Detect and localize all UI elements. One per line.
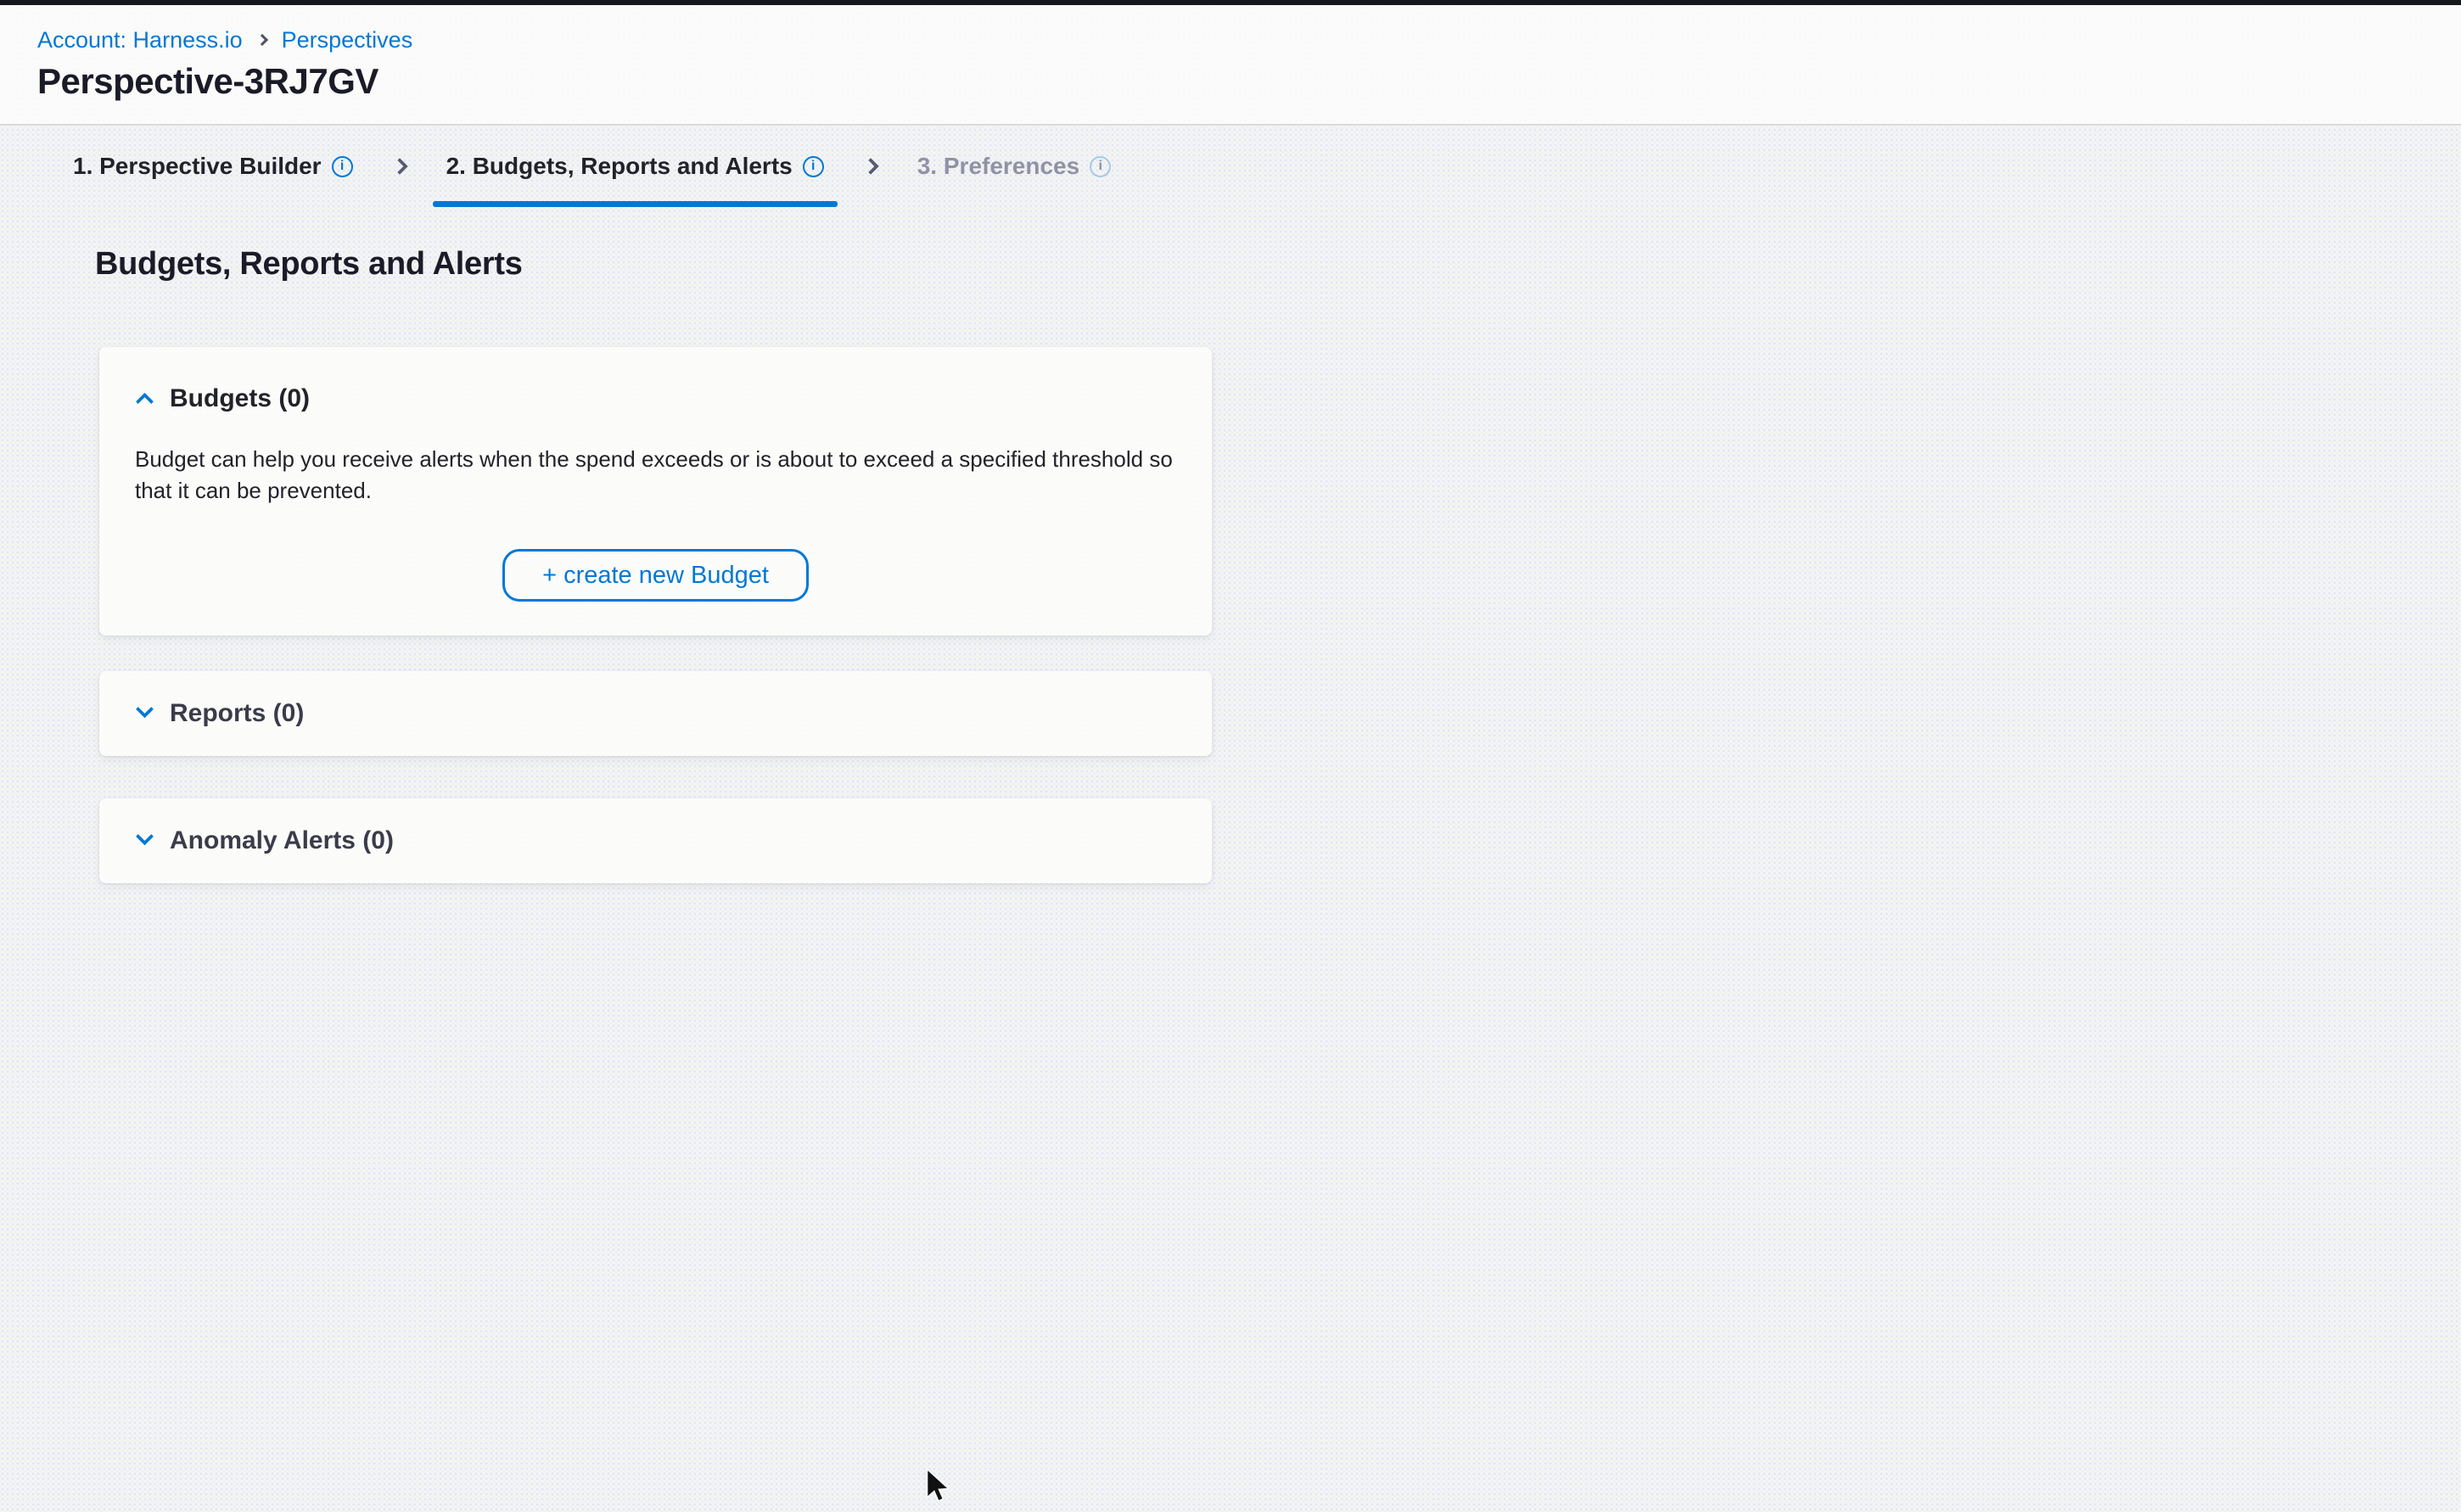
chevron-down-icon	[136, 700, 154, 718]
step-label: 3. Preferences	[917, 153, 1079, 180]
chevron-up-icon	[136, 392, 154, 410]
budgets-panel: Budgets (0) Budget can help you receive …	[99, 347, 1212, 636]
wizard-step-preferences[interactable]: 3. Preferences	[917, 126, 1111, 207]
breadcrumb-account-link[interactable]: Account: Harness.io	[37, 27, 243, 53]
page-header: Account: Harness.io Perspectives Perspec…	[0, 5, 2461, 126]
anomaly-alerts-panel-title: Anomaly Alerts (0)	[170, 826, 394, 855]
step-label: 2. Budgets, Reports and Alerts	[446, 153, 793, 180]
wizard-step-bar: 1. Perspective Builder 2. Budgets, Repor…	[0, 126, 2461, 207]
create-new-budget-button[interactable]: + create new Budget	[502, 549, 809, 602]
budgets-panel-toggle[interactable]: Budgets (0)	[138, 384, 1173, 413]
chevron-down-icon	[136, 827, 154, 845]
wizard-step-budgets-reports-alerts[interactable]: 2. Budgets, Reports and Alerts	[446, 126, 824, 207]
panel-list: Budgets (0) Budget can help you receive …	[99, 347, 1212, 883]
info-icon[interactable]	[1090, 156, 1111, 177]
chevron-right-icon	[862, 158, 879, 175]
budgets-panel-title: Budgets (0)	[170, 384, 310, 413]
reports-panel-toggle[interactable]: Reports (0)	[99, 671, 1212, 756]
budgets-button-row: + create new Budget	[138, 549, 1173, 602]
section-heading: Budgets, Reports and Alerts	[95, 246, 2461, 283]
info-icon[interactable]	[332, 156, 353, 177]
chevron-right-icon	[256, 34, 268, 46]
info-icon[interactable]	[803, 156, 824, 177]
step-label: 1. Perspective Builder	[73, 153, 322, 180]
main-content: Budgets, Reports and Alerts Budgets (0) …	[0, 207, 2461, 883]
breadcrumb: Account: Harness.io Perspectives	[37, 27, 2424, 53]
anomaly-alerts-panel-toggle[interactable]: Anomaly Alerts (0)	[99, 798, 1212, 883]
reports-panel-title: Reports (0)	[170, 699, 304, 728]
page-title: Perspective-3RJ7GV	[37, 60, 2424, 103]
breadcrumb-perspectives-link[interactable]: Perspectives	[282, 27, 413, 53]
chevron-right-icon	[391, 158, 408, 175]
mouse-cursor-icon	[920, 1466, 954, 1507]
budgets-description: Budget can help you receive alerts when …	[135, 444, 1173, 507]
wizard-step-perspective-builder[interactable]: 1. Perspective Builder	[73, 126, 353, 207]
